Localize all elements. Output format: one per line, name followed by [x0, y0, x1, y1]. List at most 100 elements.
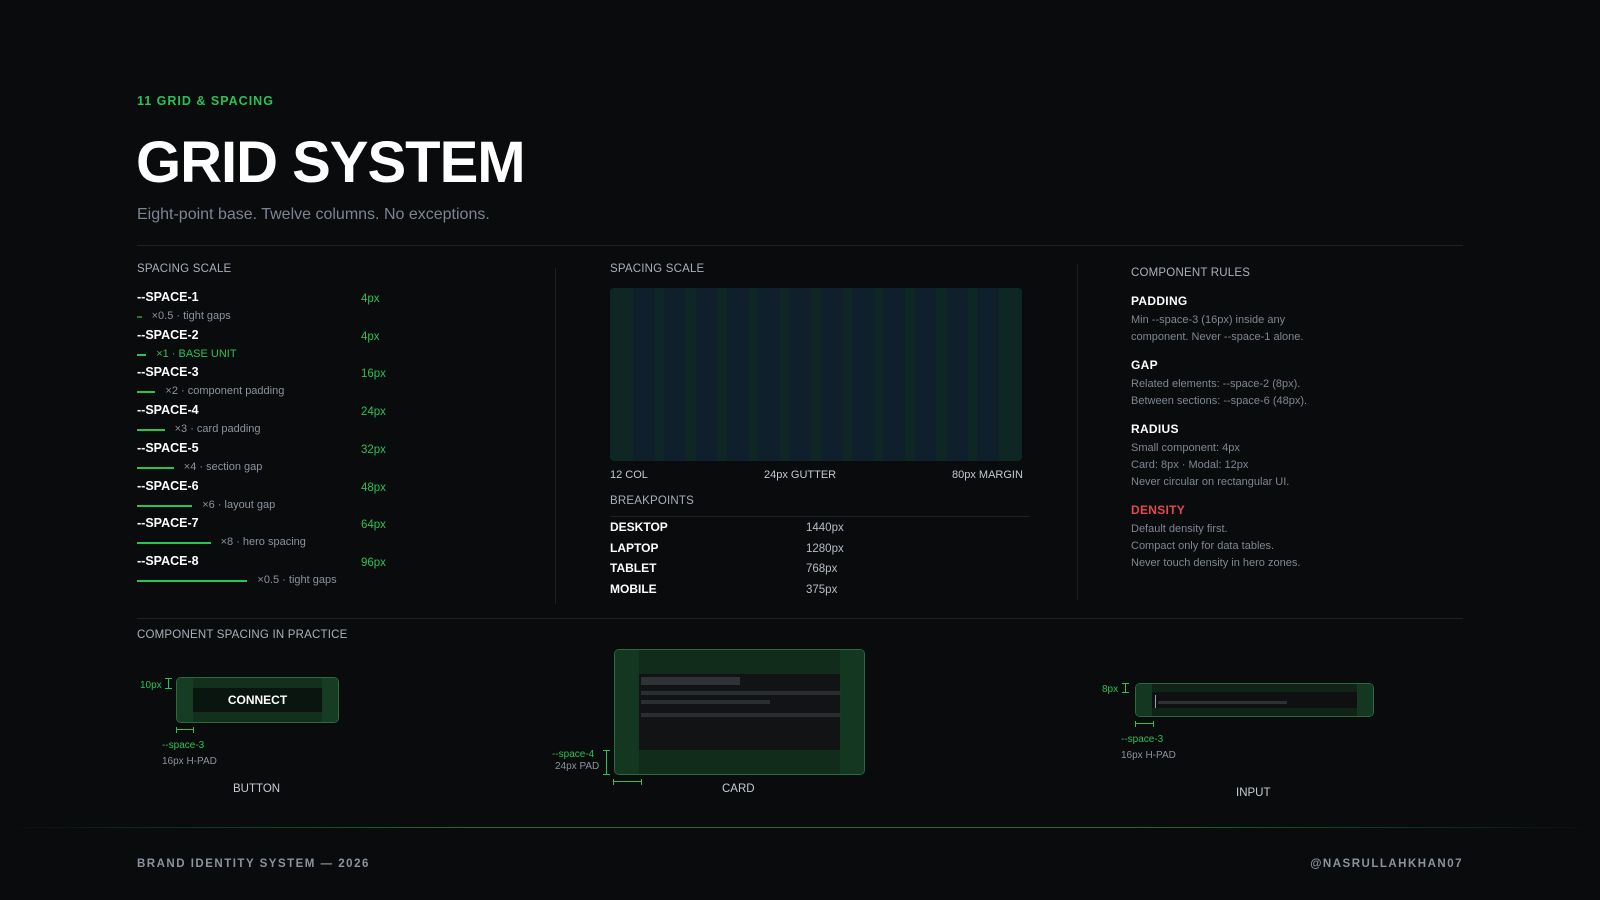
card-text-line-1 [641, 691, 841, 695]
card-example [614, 649, 865, 775]
grid-column [633, 288, 655, 461]
space-token-name: --SPACE-8 [137, 553, 199, 568]
breakpoint-name: MOBILE [610, 581, 657, 596]
input-caption: INPUT [1236, 787, 1271, 799]
space-token-value: 32px [361, 443, 386, 456]
rule-heading: PADDING [1131, 294, 1188, 308]
breakpoint-name: LAPTOP [610, 540, 659, 555]
divider-col-1 [555, 268, 556, 604]
grid-column [726, 288, 749, 461]
footer-brand: BRAND IDENTITY SYSTEM — 2026 [137, 858, 370, 870]
space-token-name: --SPACE-3 [137, 365, 199, 380]
space-token-note: ×8 · hero spacing [220, 536, 306, 549]
breakpoint-value: 375px [806, 583, 838, 596]
card-pad-bottom [639, 750, 840, 774]
space-token-name: --SPACE-7 [137, 516, 199, 531]
rule-text-line: Between sections: --space-6 (48px). [1131, 395, 1308, 407]
rule-text-line: Never circular on rectangular UI. [1131, 476, 1290, 488]
space-token-value: 4px [361, 293, 380, 305]
breakpoint-name: TABLET [610, 561, 657, 575]
space-token-value: 24px [361, 406, 386, 419]
section-eyebrow: 11 GRID & SPACING [137, 94, 274, 108]
space-token-name: --SPACE-4 [137, 403, 199, 418]
card-vpad-bracket [603, 750, 610, 775]
input-vpad-label: 8px [1102, 684, 1119, 695]
grid-column [977, 288, 999, 461]
space-token-value: 4px [361, 330, 380, 343]
space-token-note: ×0.5 · tight gaps [257, 573, 337, 586]
space-token-value: 48px [361, 481, 386, 494]
input-content-area [1152, 692, 1357, 708]
spacing-scale-label: SPACING SCALE [137, 263, 232, 275]
grid-label: SPACING SCALE [610, 263, 705, 275]
input-desc: 16px H-PAD [1121, 750, 1176, 761]
card-pad-top [639, 650, 840, 674]
grid-column [664, 288, 687, 461]
rule-text-line: component. Never --space-1 alone. [1131, 331, 1304, 343]
rule-text-line: Related elements: --space-2 (8px). [1131, 378, 1301, 390]
space-token-name: --SPACE-5 [137, 440, 199, 455]
button-caption: BUTTON [233, 783, 281, 795]
breakpoint-value: 1280px [806, 542, 844, 555]
breakpoints-label: BREAKPOINTS [610, 495, 694, 507]
space-token-note: ×1 · BASE UNIT [156, 347, 237, 360]
space-token-bar [137, 353, 147, 356]
rule-text-line: Small component: 4px [1131, 442, 1240, 454]
button-text: CONNECT [227, 693, 288, 707]
breakpoint-value: 1440px [806, 522, 844, 534]
grid-column [789, 288, 812, 461]
input-pad-top [1152, 684, 1357, 692]
button-example[interactable]: CONNECT [176, 677, 339, 723]
divider-col-2 [1077, 264, 1078, 600]
card-token: --space-4 [552, 749, 595, 760]
card-content-area [639, 674, 840, 750]
practice-label: COMPONENT SPACING IN PRACTICE [137, 629, 348, 641]
rule-heading: DENSITY [1131, 503, 1186, 517]
input-pad-bottom [1152, 708, 1357, 716]
input-example[interactable] [1135, 683, 1374, 717]
rule-heading: GAP [1131, 358, 1158, 372]
button-vpad-bracket [165, 678, 172, 689]
grid-column [945, 288, 968, 461]
footer-handle: @NASRULLAHKHAN07 [1310, 858, 1463, 870]
grid-preview [610, 288, 1022, 461]
space-token-value: 16px [361, 368, 386, 381]
rule-text-line: Card: 8px · Modal: 12px [1131, 459, 1249, 471]
button-hpad-bracket [176, 727, 194, 733]
footer-glow-line [0, 827, 1600, 828]
grid-column [695, 288, 718, 461]
card-text-line-2 [641, 700, 770, 704]
button-vpad-label: 10px [140, 680, 162, 691]
rules-label: COMPONENT RULES [1131, 267, 1251, 279]
grid-column [914, 288, 937, 461]
rule-text-line: Never touch density in hero zones. [1131, 557, 1301, 569]
button-desc: 16px H-PAD [162, 756, 217, 767]
input-pad-right [1357, 684, 1373, 716]
grid-columns-label: 12 COL [610, 469, 648, 481]
page-title: GRID SYSTEM [136, 130, 526, 195]
card-pad-right [840, 650, 864, 774]
space-token-note: ×4 · section gap [183, 460, 263, 473]
card-caption: CARD [722, 783, 755, 795]
rule-text-line: Compact only for data tables. [1131, 540, 1275, 552]
space-token-bar [137, 542, 211, 545]
card-hpad-bracket [613, 779, 642, 785]
space-token-bar [137, 504, 193, 507]
breakpoint-value: 768px [806, 563, 838, 575]
space-token-note: ×3 · card padding [174, 423, 261, 436]
input-placeholder-line [1158, 701, 1287, 704]
grid-column [758, 288, 780, 461]
rule-text-line: Default density first. [1131, 523, 1228, 535]
space-token-note: ×0.5 · tight gaps [151, 310, 231, 322]
grid-margin-label: 80px MARGIN [952, 469, 1023, 481]
space-token-bar [137, 429, 165, 432]
grid-gutter-label: 24px GUTTER [764, 469, 837, 481]
page-subtitle: Eight-point base. Twelve columns. No exc… [137, 206, 490, 223]
button-token: --space-3 [162, 740, 205, 751]
space-token-bar [137, 316, 142, 318]
button-pad-top [193, 678, 322, 688]
input-vpad-bracket [1122, 683, 1129, 693]
space-token-note: ×2 · component padding [165, 385, 285, 398]
space-token-name: --SPACE-1 [137, 290, 199, 304]
input-token: --space-3 [1121, 734, 1164, 745]
